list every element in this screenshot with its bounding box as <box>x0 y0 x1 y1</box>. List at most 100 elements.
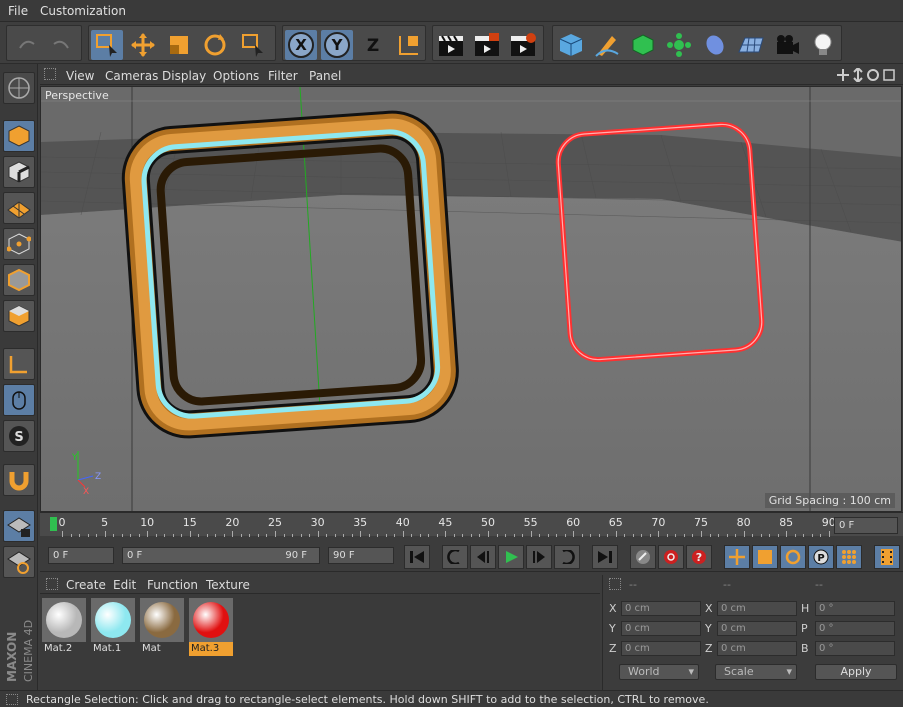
planar-workplane-button[interactable] <box>3 546 35 578</box>
autokey-button[interactable] <box>658 545 684 569</box>
next-frame-button[interactable] <box>526 545 552 569</box>
lock-workplane-button[interactable] <box>3 510 35 542</box>
pos-z-field[interactable]: 0 cm <box>621 641 701 656</box>
texture-mode-button[interactable] <box>3 156 35 188</box>
scheme-button[interactable] <box>874 545 900 569</box>
keyframe-selection-button[interactable]: ? <box>686 545 712 569</box>
cube-button[interactable] <box>555 30 587 60</box>
undo-button[interactable] <box>11 30 43 60</box>
key-rotation-button[interactable] <box>780 545 806 569</box>
camera-button[interactable] <box>771 30 803 60</box>
viewport-menu-panel[interactable]: Panel <box>309 69 341 83</box>
polygons-mode-button[interactable] <box>3 300 35 332</box>
size-z-field[interactable]: 0 cm <box>717 641 797 656</box>
workplane-mode-button[interactable] <box>3 192 35 224</box>
next-keyframe-button[interactable] <box>554 545 580 569</box>
viewport-menu-filter[interactable]: Filter <box>268 69 298 83</box>
material-swatch-selected[interactable]: Mat.3 <box>189 598 233 656</box>
go-to-end-button[interactable] <box>592 545 618 569</box>
start-frame-field[interactable]: 0 F <box>48 547 114 564</box>
current-frame-marker[interactable] <box>50 517 57 531</box>
redo-button[interactable] <box>45 30 77 60</box>
deformer-button[interactable] <box>699 30 731 60</box>
material-swatch[interactable]: Mat.1 <box>91 598 135 656</box>
edges-mode-button[interactable] <box>3 264 35 296</box>
make-editable-button[interactable] <box>3 72 35 104</box>
rot-p-field[interactable]: 0 ° <box>815 621 895 636</box>
live-select-button[interactable] <box>237 30 269 60</box>
pen-button[interactable] <box>591 30 623 60</box>
render-settings-button[interactable] <box>507 30 539 60</box>
size-x-field[interactable]: 0 cm <box>717 601 797 616</box>
world-mode-dropdown[interactable]: World ▾ <box>619 664 699 680</box>
timeline-tick <box>155 534 157 537</box>
previous-frame-button[interactable] <box>470 545 496 569</box>
scale-button[interactable] <box>163 30 195 60</box>
play-button[interactable] <box>498 545 524 569</box>
model-mode-button[interactable] <box>3 120 35 152</box>
rot-h-field[interactable]: 0 ° <box>815 601 895 616</box>
key-parameter-button[interactable]: P <box>808 545 834 569</box>
material-menu-edit[interactable]: Edit <box>113 578 136 592</box>
size-y-field[interactable]: 0 cm <box>717 621 797 636</box>
previous-keyframe-button[interactable] <box>442 545 468 569</box>
lock-z-button[interactable]: Z <box>357 30 389 60</box>
material-menu-texture[interactable]: Texture <box>206 578 250 592</box>
range-end-label: 90 F <box>285 550 307 561</box>
magnet-button[interactable] <box>3 464 35 496</box>
lock-y-button[interactable]: Y <box>321 30 353 60</box>
light-button[interactable] <box>807 30 839 60</box>
viewport-menu-options[interactable]: Options <box>213 69 259 83</box>
orbit-icon[interactable] <box>867 69 879 81</box>
timeline-ruler[interactable]: 0 5 10 15 20 25 30 35 40 45 50 55 60 65 70 75 80 85 90 0 F <box>40 512 903 537</box>
viewport-menu-view[interactable]: View <box>66 69 94 83</box>
apply-button[interactable]: Apply <box>815 664 897 680</box>
floor-button[interactable] <box>735 30 767 60</box>
render-view-button[interactable] <box>435 30 467 60</box>
scale-mode-dropdown[interactable]: Scale ▾ <box>715 664 797 680</box>
playback-bar: 0 F 0 F 90 F 90 F ? P <box>40 540 903 572</box>
menu-file[interactable]: File <box>8 4 28 18</box>
subdivision-button[interactable] <box>627 30 659 60</box>
current-frame-field[interactable]: 0 F <box>834 517 898 534</box>
material-swatch[interactable]: Mat <box>140 598 184 656</box>
points-mode-button[interactable] <box>3 228 35 260</box>
pan-icon[interactable] <box>837 69 849 81</box>
end-frame-field[interactable]: 90 F <box>328 547 394 564</box>
material-menu-create[interactable]: Create <box>66 578 106 592</box>
key-record-icon <box>636 550 650 564</box>
snap-button[interactable]: S <box>3 420 35 452</box>
maximize-icon[interactable] <box>883 69 895 81</box>
key-scale-button[interactable] <box>752 545 778 569</box>
move-button[interactable] <box>127 30 159 60</box>
pos-x-field[interactable]: 0 cm <box>621 601 701 616</box>
array-button[interactable] <box>663 30 695 60</box>
timeline-tick-label: 25 <box>268 516 282 529</box>
move-icon <box>131 33 155 57</box>
frame-range-slider[interactable]: 0 F 90 F <box>122 547 320 564</box>
key-pla-button[interactable] <box>836 545 862 569</box>
rot-b-field[interactable]: 0 ° <box>815 641 895 656</box>
menu-customization[interactable]: Customization <box>40 4 126 18</box>
timeline-tick <box>479 534 481 537</box>
dolly-icon[interactable] <box>853 68 863 82</box>
svg-text:S: S <box>14 430 23 445</box>
viewport-menu-display[interactable]: Display <box>162 69 206 83</box>
viewport-menu-cameras[interactable]: Cameras <box>105 69 158 83</box>
record-active-button[interactable] <box>630 545 656 569</box>
render-picture-viewer-button[interactable] <box>471 30 503 60</box>
perspective-viewport[interactable]: Y Z X Perspective Grid Spacing : 100 cm <box>40 86 902 512</box>
rotate-button[interactable] <box>199 30 231 60</box>
lock-x-button[interactable]: X <box>285 30 317 60</box>
material-menu-function[interactable]: Function <box>147 578 198 592</box>
go-to-start-button[interactable] <box>404 545 430 569</box>
tweak-mode-button[interactable] <box>3 384 35 416</box>
points-cube-icon <box>7 233 31 255</box>
axis-mode-button[interactable] <box>3 348 35 380</box>
pos-y-field[interactable]: 0 cm <box>621 621 701 636</box>
rect-select-button[interactable] <box>91 30 123 60</box>
coordinate-system-button[interactable] <box>393 30 425 60</box>
key-position-button[interactable] <box>724 545 750 569</box>
material-swatch[interactable]: Mat.2 <box>42 598 86 656</box>
camera-icon <box>777 35 799 54</box>
